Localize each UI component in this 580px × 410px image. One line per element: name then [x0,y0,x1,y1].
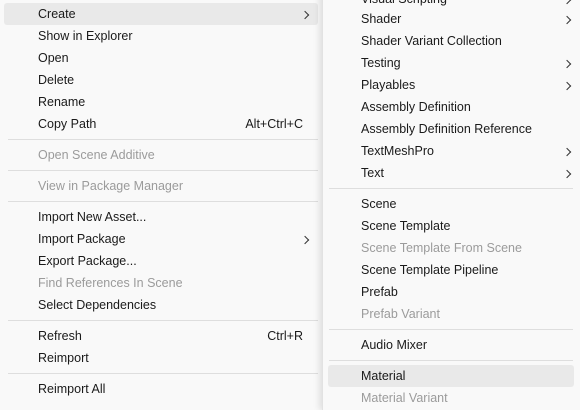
menu-item-copy-path[interactable]: Copy Path Alt+Ctrl+C [4,113,318,135]
separator [8,170,318,171]
menu-item-label: Scene Template [361,219,451,233]
menu-item-label: Prefab Variant [361,307,440,321]
menu-item-reimport[interactable]: Reimport [4,347,318,369]
create-submenu: Visual Scripting Shader Shader Variant C… [322,0,580,410]
menu-item-show-in-explorer[interactable]: Show in Explorer [4,25,318,47]
menu-item-textmeshpro[interactable]: TextMeshPro [328,140,574,162]
menu-item-scene-template-pipeline[interactable]: Scene Template Pipeline [328,259,574,281]
menu-item-import-package[interactable]: Import Package [4,228,318,250]
menu-item-label: Playables [361,78,416,92]
menu-item-label: Material [361,369,406,383]
menu-item-prefab-variant[interactable]: Prefab Variant [328,303,574,325]
chevron-right-icon [298,228,312,250]
menu-item-label: Audio Mixer [361,338,427,352]
menu-item-scene-template-from-scene[interactable]: Scene Template From Scene [328,237,574,259]
shortcut-text: Alt+Ctrl+C [245,117,303,131]
menu-item-text[interactable]: Text [328,162,574,184]
menu-item-assembly-definition[interactable]: Assembly Definition [328,96,574,118]
chevron-right-icon [560,74,574,96]
chevron-right-icon [560,8,574,30]
menu-item-shader[interactable]: Shader [328,8,574,30]
menu-item-label: Scene [361,197,397,211]
menu-item-import-new-asset[interactable]: Import New Asset... [4,206,318,228]
menu-item-audio-mixer[interactable]: Audio Mixer [328,334,574,356]
menu-item-open-scene-additive[interactable]: Open Scene Additive [4,144,318,166]
menu-item-label: View in Package Manager [38,179,183,193]
menu-item-playables[interactable]: Playables [328,74,574,96]
shortcut-text: Ctrl+R [267,329,303,343]
menu-item-material[interactable]: Material [328,365,574,387]
menu-item-export-package[interactable]: Export Package... [4,250,318,272]
menu-item-scene[interactable]: Scene [328,193,574,215]
menu-item-label: Testing [361,56,401,70]
menu-item-label: Import New Asset... [38,210,147,224]
menu-item-label: TextMeshPro [361,144,434,158]
menu-item-label: Delete [38,73,75,87]
menu-item-label: Copy Path [38,117,97,131]
menu-item-label: Reimport [38,351,89,365]
menu-item-label: Scene Template From Scene [361,241,522,255]
menu-item-label: Open Scene Additive [38,148,155,162]
menu-item-scene-template[interactable]: Scene Template [328,215,574,237]
chevron-right-icon [298,3,312,25]
menu-item-label: Open [38,51,69,65]
separator [329,360,573,361]
menu-item-delete[interactable]: Delete [4,69,318,91]
menu-item-label: Shader [361,12,402,26]
menu-item-label: Scene Template Pipeline [361,263,499,277]
menu-item-open[interactable]: Open [4,47,318,69]
menu-item-refresh[interactable]: Refresh Ctrl+R [4,325,318,347]
menu-item-label: Refresh [38,329,82,343]
menu-item-label: Assembly Definition [361,100,471,114]
chevron-right-icon [560,162,574,184]
menu-item-testing[interactable]: Testing [328,52,574,74]
separator [8,139,318,140]
separator [8,373,318,374]
menu-item-label: Export Package... [38,254,137,268]
separator [8,320,318,321]
chevron-right-icon [560,140,574,162]
menu-item-label: Select Dependencies [38,298,157,312]
menu-item-rename[interactable]: Rename [4,91,318,113]
menu-item-view-in-package-manager[interactable]: View in Package Manager [4,175,318,197]
menu-item-label: Find References In Scene [38,276,183,290]
chevron-right-icon [560,52,574,74]
menu-item-label: Rename [38,95,86,109]
menu-item-label: Prefab [361,285,398,299]
menu-item-prefab[interactable]: Prefab [328,281,574,303]
menu-item-label: Material Variant [361,391,448,405]
menu-item-label: Assembly Definition Reference [361,122,532,136]
menu-item-shader-variant-collection[interactable]: Shader Variant Collection [328,30,574,52]
menu-item-material-variant[interactable]: Material Variant [328,387,574,409]
menu-item-select-dependencies[interactable]: Select Dependencies [4,294,318,316]
separator [329,188,573,189]
separator [329,329,573,330]
menu-item-label: Text [361,166,384,180]
menu-item-label: Reimport All [38,382,106,396]
menu-item-label: Shader Variant Collection [361,34,502,48]
menu-item-label: Show in Explorer [38,29,133,43]
project-context-menu: Create Show in Explorer Open Delete Rena… [0,0,322,402]
menu-item-find-references-in-scene[interactable]: Find References In Scene [4,272,318,294]
menu-item-assembly-definition-reference[interactable]: Assembly Definition Reference [328,118,574,140]
menu-item-reimport-all[interactable]: Reimport All [4,378,318,400]
menu-item-label: Import Package [38,232,126,246]
menu-item-label: Create [38,7,76,21]
separator [8,201,318,202]
menu-item-create[interactable]: Create [4,3,318,25]
